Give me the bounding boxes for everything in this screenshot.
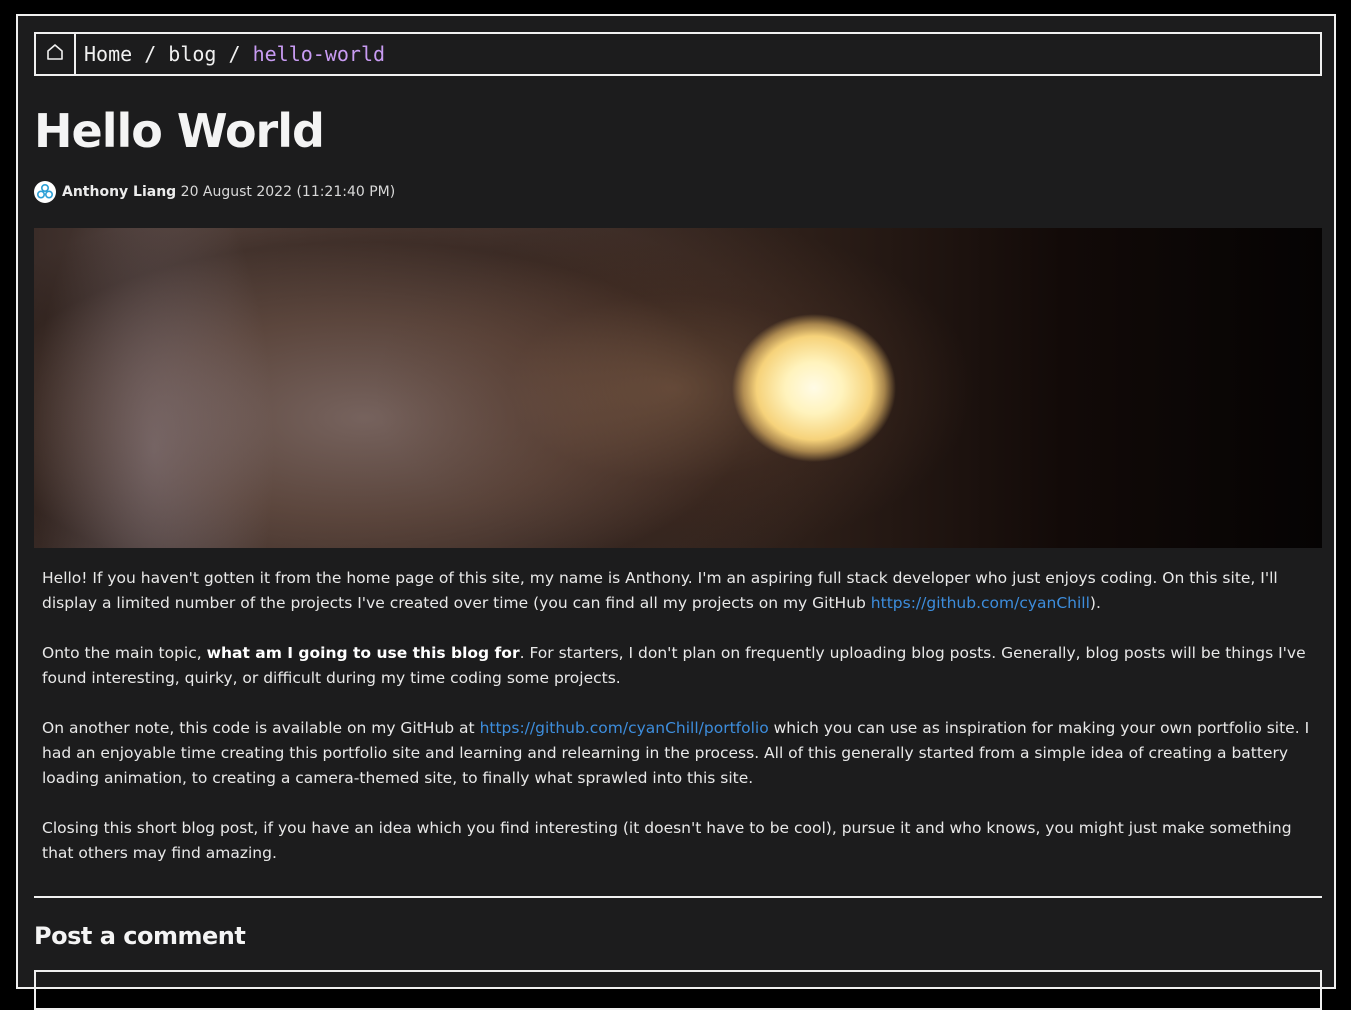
github-portfolio-link[interactable]: https://github.com/cyanChill/portfolio	[480, 719, 769, 737]
paragraph-closing: Closing this short blog post, if you hav…	[42, 819, 1292, 862]
breadcrumb-current: hello-world	[252, 42, 386, 66]
paragraph-intro: Hello! If you haven't gotten it from the…	[42, 569, 1278, 612]
hero-image	[34, 228, 1322, 548]
post-meta: Anthony Liang 20 August 2022 (11:21:40 P…	[34, 180, 395, 204]
page-frame: Home / blog / hello-world Hello World An…	[16, 14, 1336, 1010]
post-body: Hello! If you haven't gotten it from the…	[42, 566, 1322, 891]
comment-section-heading: Post a comment	[34, 922, 246, 950]
avatar-logo-icon	[35, 182, 55, 202]
github-profile-link[interactable]: https://github.com/cyanChill	[871, 594, 1090, 612]
section-divider	[34, 896, 1322, 898]
breadcrumb: Home / blog / hello-world	[34, 32, 1322, 76]
post-author[interactable]: Anthony Liang	[62, 184, 176, 200]
comment-input[interactable]	[34, 970, 1322, 1010]
home-button[interactable]	[36, 34, 76, 74]
breadcrumb-trail: Home / blog / hello-world	[76, 34, 385, 74]
post-date: 20 August 2022 (11:21:40 PM)	[180, 184, 396, 200]
breadcrumb-blog[interactable]: blog	[168, 42, 216, 66]
paragraph-purpose: Onto the main topic, what am I going to …	[42, 644, 1306, 687]
breadcrumb-separator: /	[132, 42, 169, 66]
breadcrumb-home[interactable]: Home	[84, 42, 132, 66]
house-icon	[45, 42, 65, 67]
breadcrumb-separator: /	[216, 42, 253, 66]
paragraph-source: On another note, this code is available …	[42, 719, 1310, 787]
post-title: Hello World	[34, 104, 325, 158]
bold-phrase: what am I going to use this blog for	[206, 644, 520, 662]
avatar	[34, 181, 56, 203]
hero-glow	[34, 228, 1322, 548]
